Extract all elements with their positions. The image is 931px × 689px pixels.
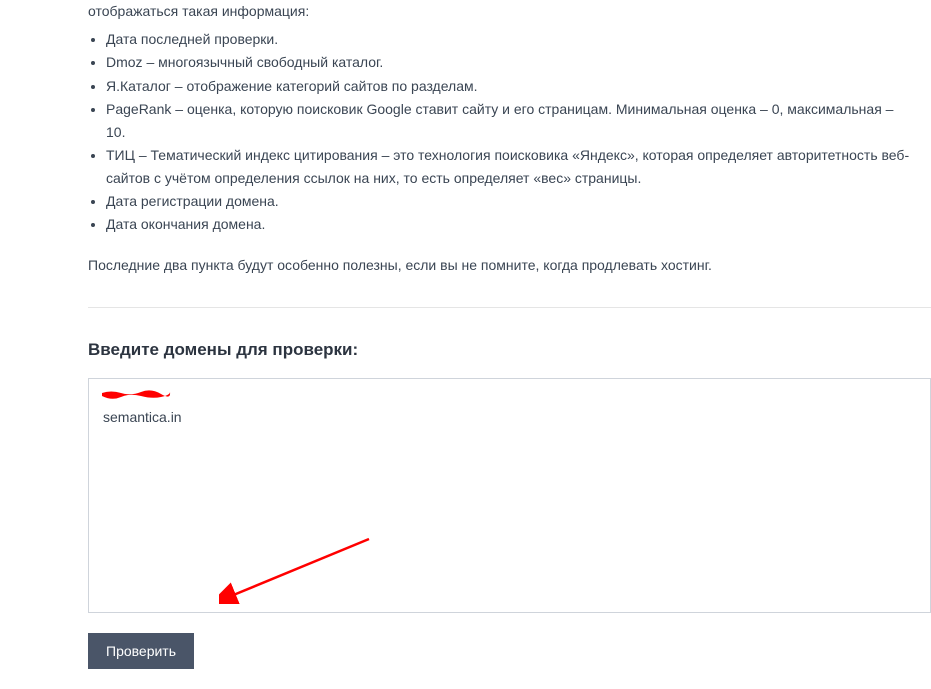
list-item: Dmoz – многоязычный свободный каталог. <box>106 51 931 74</box>
form-heading: Введите домены для проверки: <box>88 340 931 360</box>
list-item: ТИЦ – Тематический индекс цитирования – … <box>106 144 931 190</box>
textarea-container <box>88 378 931 613</box>
list-item: Дата окончания домена. <box>106 213 931 236</box>
partial-text-line: отображаться такая информация: <box>0 0 931 22</box>
list-item: Дата регистрации домена. <box>106 190 931 213</box>
list-item: Дата последней проверки. <box>106 28 931 51</box>
list-item: PageRank – оценка, которую поисковик Goo… <box>106 98 931 144</box>
note-paragraph: Последние два пункта будут особенно поле… <box>0 254 931 276</box>
list-item: Я.Каталог – отображение категорий сайтов… <box>106 75 931 98</box>
domains-textarea[interactable] <box>89 379 930 612</box>
domain-check-form: Введите домены для проверки: Проверить <box>0 308 931 669</box>
check-button[interactable]: Проверить <box>88 633 194 669</box>
info-bullet-list: Дата последней проверки. Dmoz – многоязы… <box>0 28 931 236</box>
